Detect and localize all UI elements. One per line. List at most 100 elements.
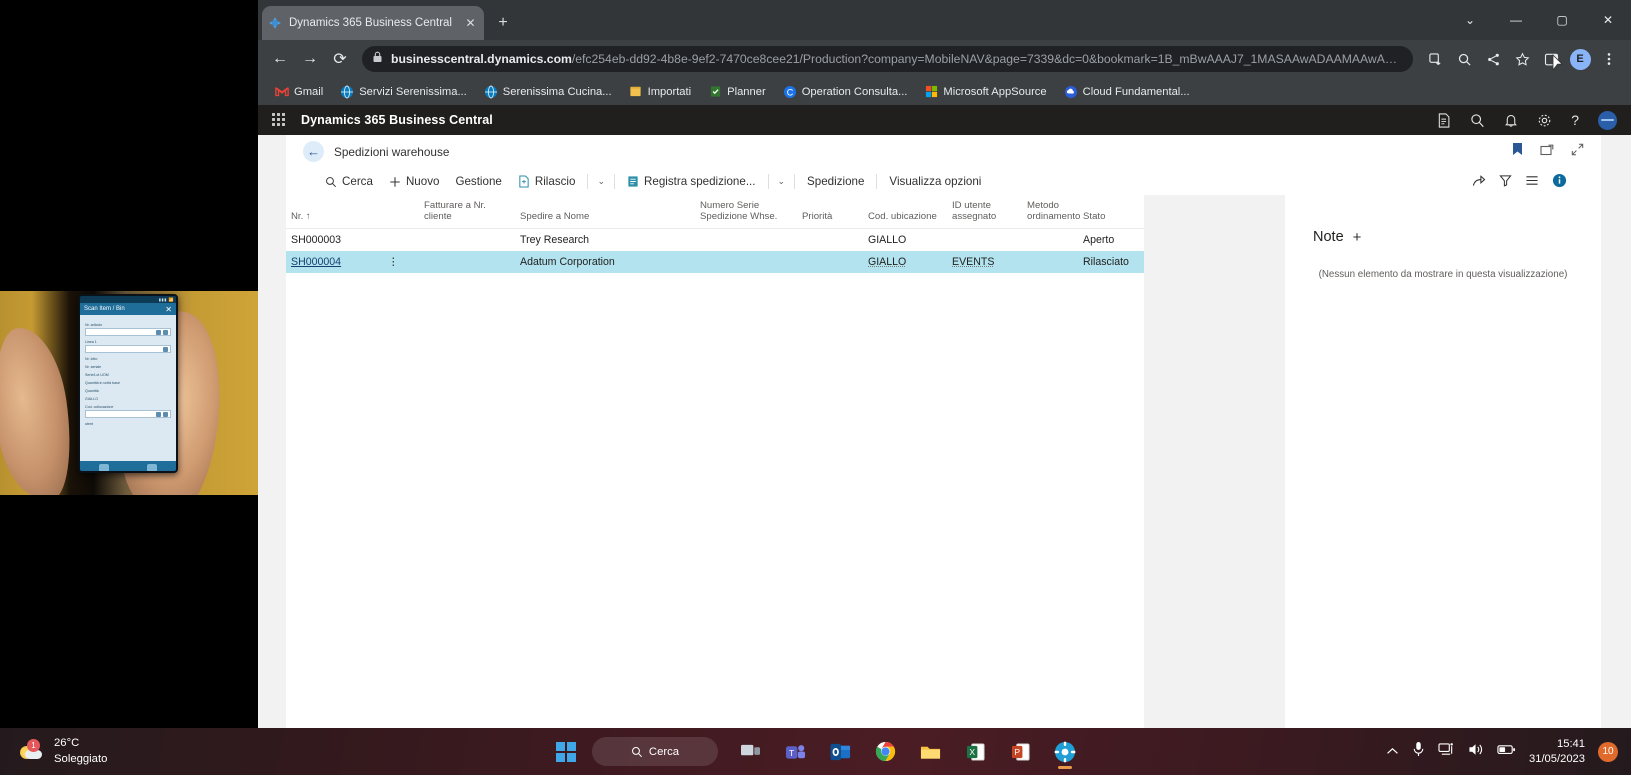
action-divider — [768, 174, 769, 189]
svg-text:P: P — [1014, 746, 1020, 756]
phone-field-label: GIALLO — [85, 397, 171, 401]
svg-text:T: T — [789, 747, 795, 757]
windows-start-icon[interactable] — [547, 733, 585, 771]
phone-field-label: Quantità in unità base — [85, 381, 171, 385]
action-divider — [876, 174, 877, 189]
bookmark-label: Operation Consulta... — [802, 86, 908, 98]
share-icon[interactable] — [1479, 45, 1507, 73]
action-release[interactable]: Rilascio — [510, 172, 584, 191]
bookmark-planner[interactable]: Planner — [701, 82, 773, 102]
bookmark-operation-consulta[interactable]: C Operation Consulta... — [776, 82, 915, 102]
action-shipment[interactable]: Spedizione — [799, 172, 872, 191]
col-metodo-ordinamento[interactable]: Metodo ordinamento — [1022, 195, 1078, 228]
action-search[interactable]: Cerca — [317, 172, 381, 191]
col-spedire-a-nome[interactable]: Spedire a Nome — [515, 195, 695, 228]
phone-field-label: Nr. lotto — [85, 357, 171, 361]
teams-icon[interactable]: T — [776, 733, 814, 771]
col-priorita[interactable]: Priorità — [797, 195, 863, 228]
help-icon[interactable]: ? — [1571, 112, 1579, 128]
action-view-options[interactable]: Visualizza opzioni — [881, 172, 989, 191]
window-close-button[interactable]: ✕ — [1585, 0, 1631, 40]
bc-top-bar: Dynamics 365 Business Central ? — [258, 105, 1631, 135]
minimize-button[interactable]: — — [1493, 0, 1539, 40]
cloud-circle-icon — [1064, 85, 1078, 99]
back-button[interactable]: ← — [303, 141, 324, 162]
filter-icon[interactable] — [1499, 174, 1512, 190]
search-icon[interactable] — [1470, 113, 1485, 128]
col-stato[interactable]: Stato — [1078, 195, 1144, 228]
maximize-button[interactable]: ▢ — [1539, 0, 1585, 40]
new-tab-button[interactable]: + — [492, 12, 514, 34]
back-icon[interactable]: ← — [266, 45, 294, 73]
col-nr[interactable]: Nr. ↑ — [286, 195, 383, 228]
profile-avatar[interactable]: E — [1566, 45, 1594, 73]
user-avatar[interactable] — [1598, 111, 1617, 130]
outlook-icon[interactable] — [821, 733, 859, 771]
tab-dynamics-365-business-central[interactable]: Dynamics 365 Business Central ✕ — [262, 6, 484, 40]
phone-field-label: Cod. collocazione — [85, 405, 171, 409]
bc-stage: ← Spedizioni warehouse — [258, 135, 1631, 742]
row-menu-icon[interactable]: ⋮ — [383, 251, 419, 273]
bookmark-serenissima-cucina[interactable]: Serenissima Cucina... — [477, 82, 619, 102]
bookmarks-bar: Gmail Servizi Serenissima... Serenissima… — [258, 78, 1631, 105]
close-icon[interactable]: ✕ — [463, 16, 478, 31]
cell-numero-serie — [695, 228, 797, 251]
chrome-menu-icon[interactable] — [1595, 45, 1623, 73]
add-note-button[interactable]: + — [1353, 230, 1362, 245]
action-new[interactable]: Nuovo — [381, 172, 448, 191]
bookmark-importati[interactable]: Importati — [622, 82, 699, 102]
share-icon[interactable] — [1472, 174, 1486, 190]
phone-field-label: Quantità — [85, 389, 171, 393]
expand-icon[interactable] — [1571, 143, 1584, 161]
bell-icon[interactable] — [1504, 113, 1518, 128]
col-fatturare-a-nr-cliente[interactable]: Fatturare a Nr. cliente — [419, 195, 515, 228]
list-icon[interactable] — [1525, 174, 1539, 190]
bookmark-cloud-fundamental[interactable]: Cloud Fundamental... — [1057, 82, 1197, 102]
chevron-down-icon[interactable]: ⌄ — [773, 173, 791, 190]
bookmark-star-icon[interactable] — [1508, 45, 1536, 73]
cell-nr[interactable]: SH000003 — [286, 228, 383, 251]
bookmark-label: Serenissima Cucina... — [503, 86, 612, 98]
gear-icon[interactable] — [1537, 113, 1552, 128]
chrome-menu-chevron-icon[interactable]: ⌄ — [1447, 0, 1493, 40]
app-launcher-icon[interactable] — [272, 113, 287, 128]
action-manage[interactable]: Gestione — [447, 172, 509, 191]
phone-field-input — [85, 410, 171, 418]
excel-icon[interactable]: X — [956, 733, 994, 771]
bookmark-servizi-serenissima[interactable]: Servizi Serenissima... — [333, 82, 474, 102]
table-row[interactable]: SH000003 Trey Research GIALLO — [286, 228, 1144, 251]
chevron-down-icon[interactable]: ⌄ — [592, 173, 610, 190]
table-row[interactable]: SH000004 ⋮ Adatum Corporation GIALLO EVE… — [286, 251, 1144, 273]
taskbar-search-button[interactable]: Cerca — [592, 737, 718, 766]
zoom-search-icon[interactable] — [1450, 45, 1478, 73]
powerpoint-icon[interactable]: P — [1001, 733, 1039, 771]
col-numero-serie-spedizione-whse[interactable]: Numero Serie Spedizione Whse. — [695, 195, 797, 228]
address-bar[interactable]: businesscentral.dynamics.com/efc254eb-dd… — [362, 46, 1413, 72]
chrome-icon[interactable] — [866, 733, 904, 771]
col-id-utente-assegnato[interactable]: ID utente assegnato — [947, 195, 1022, 228]
settings-app-icon[interactable] — [1046, 733, 1084, 771]
col-cod-ubicazione[interactable]: Cod. ubicazione — [863, 195, 947, 228]
bookmark-label: Planner — [727, 86, 766, 98]
globe-icon — [484, 85, 498, 99]
file-explorer-icon[interactable] — [911, 733, 949, 771]
forward-icon[interactable]: → — [296, 45, 324, 73]
bookmark-icon[interactable] — [1512, 142, 1523, 161]
reload-icon[interactable]: ⟳ — [326, 45, 354, 73]
open-new-window-icon[interactable] — [1540, 143, 1554, 161]
report-icon[interactable] — [1437, 113, 1451, 128]
action-post-shipment[interactable]: Registra spedizione... — [619, 172, 764, 191]
phone-field-label: Nr. articolo — [85, 323, 171, 327]
cell-nr[interactable]: SH000004 — [286, 251, 383, 273]
bookmark-label: Microsoft AppSource — [943, 86, 1046, 98]
phone-close-icon: ✕ — [165, 305, 172, 314]
bookmark-microsoft-appsource[interactable]: Microsoft AppSource — [917, 82, 1053, 102]
info-icon[interactable] — [1552, 173, 1567, 191]
task-view-icon[interactable] — [731, 733, 769, 771]
bookmark-gmail[interactable]: Gmail — [268, 82, 330, 102]
notes-title: Note — [1313, 229, 1344, 245]
phone-field-label: Serie/Lot UOM — [85, 373, 171, 377]
install-app-icon[interactable] — [1421, 45, 1449, 73]
c-circle-icon: C — [783, 85, 797, 99]
row-menu-icon[interactable] — [383, 228, 419, 251]
